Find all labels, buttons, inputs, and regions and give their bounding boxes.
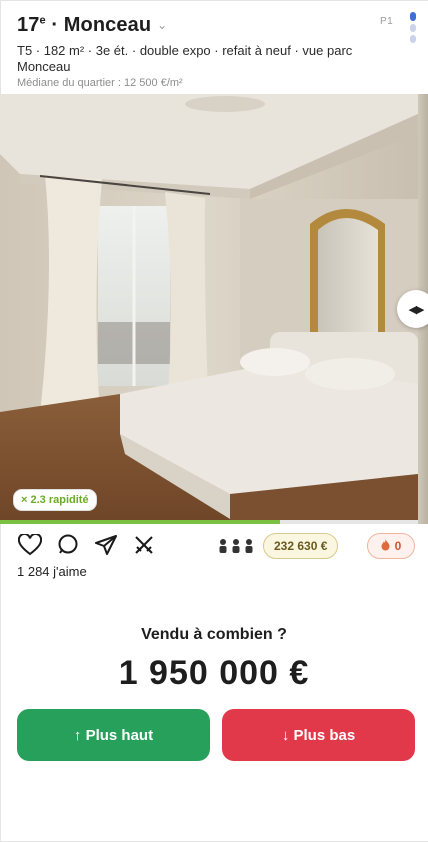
- listing-title: 17e · Monceau: [17, 14, 152, 36]
- photo-progress: [0, 520, 418, 524]
- listing-description: T5 · 182 m² · 3e ét. · double expo · ref…: [17, 43, 353, 74]
- chevron-down-icon[interactable]: ⌄: [157, 18, 167, 32]
- title-row[interactable]: 17e · Monceau ⌄: [17, 14, 378, 37]
- page-indicator-label: P1: [380, 16, 394, 27]
- lower-button[interactable]: ↓ Plus bas: [222, 709, 415, 761]
- median-price: Médiane du quartier : 12 500 €/m²: [17, 77, 183, 89]
- heart-icon[interactable]: [17, 532, 43, 558]
- photo-pager: [410, 12, 418, 46]
- action-bar: [17, 532, 157, 558]
- question-label: Vendu à combien ?: [141, 626, 287, 643]
- pager-dot[interactable]: [410, 35, 416, 43]
- photo-nav-arrows-icon[interactable]: ◀▶: [397, 290, 428, 328]
- swords-icon[interactable]: [131, 532, 157, 558]
- speed-badge: × 2.3 rapidité: [13, 489, 97, 511]
- listing-header: 17e · Monceau ⌄ T5 · 182 m² · 3e ét. · d…: [17, 14, 378, 89]
- fire-chip[interactable]: 0: [367, 533, 415, 559]
- fire-icon: [381, 538, 390, 554]
- bedroom-photo: [0, 94, 418, 524]
- share-icon[interactable]: [93, 532, 119, 558]
- pager-dot[interactable]: [410, 12, 416, 21]
- listing-photo[interactable]: [0, 94, 418, 524]
- comment-icon[interactable]: [55, 532, 81, 558]
- likes-count: 1 284 j'aime: [17, 564, 87, 579]
- guess-price-chip[interactable]: 232 630 €: [263, 533, 339, 559]
- fire-count: 0: [394, 539, 402, 553]
- people-icon: [218, 538, 258, 557]
- pager-dot[interactable]: [410, 24, 416, 32]
- photo-progress-fill: [0, 520, 281, 524]
- sold-price: 1 950 000 €: [118, 654, 310, 692]
- higher-button[interactable]: ↑ Plus haut: [17, 709, 210, 761]
